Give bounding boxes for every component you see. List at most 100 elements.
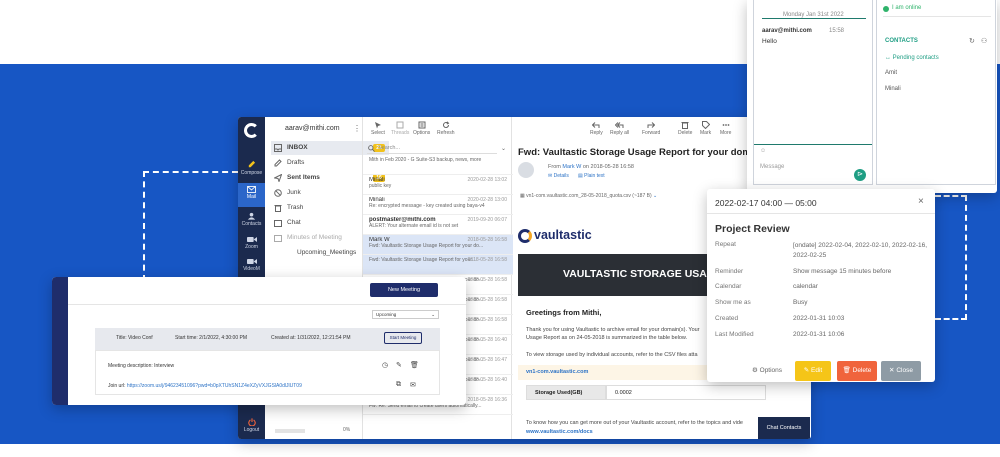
power-icon bbox=[247, 418, 256, 426]
refresh-icon[interactable]: ↻ bbox=[969, 37, 975, 45]
rail-zoom[interactable]: Zoom bbox=[238, 233, 265, 257]
message-row[interactable]: Mith in Feb 2020 - G Suite-S3 backup, ne… bbox=[363, 155, 513, 175]
event-reminder-row: Reminder Show message 15 minutes before bbox=[715, 268, 930, 275]
join-url-link[interactable]: https://zoom.us/j/94623451096?pwd=b0pXTU… bbox=[127, 383, 302, 389]
send-message-button[interactable]: ⊳ bbox=[854, 169, 866, 181]
folder-label: Trash bbox=[287, 204, 304, 211]
clock-icon[interactable]: ◷ bbox=[382, 361, 388, 369]
meeting-description: Meeting description: Interview bbox=[108, 363, 175, 369]
domain-link[interactable]: vn1-com.vaultastic.com bbox=[526, 369, 588, 375]
storage-percent: 0% bbox=[343, 427, 351, 433]
rail-contacts[interactable]: Contacts bbox=[238, 209, 265, 233]
chevron-down-icon: ⌄ bbox=[431, 312, 435, 317]
body-paragraph-1: Thank you for using Vaultastic to archiv… bbox=[526, 327, 700, 333]
date-divider bbox=[762, 18, 866, 19]
meeting-filter-select[interactable]: Upcoming ⌄ bbox=[372, 310, 439, 319]
chat-date: Monday Jan 31st 2022 bbox=[780, 12, 847, 18]
delete-icon[interactable]: 🗑 bbox=[410, 361, 419, 369]
message-row[interactable]: Mark W 2018-05-28 16:58 Fwd: Vaultastic St… bbox=[363, 235, 513, 255]
copy-icon[interactable]: ⧉ bbox=[396, 381, 401, 389]
start-meeting-button[interactable]: Start Meeting bbox=[384, 332, 422, 344]
message-row[interactable]: 2018-05-28 16:58Fwd: Vaultastic Storage … bbox=[363, 255, 513, 275]
folder-icon bbox=[274, 220, 282, 227]
list-expand-icon[interactable]: ⌄ bbox=[501, 145, 506, 152]
attachment-name: vn1-com.vaultastic.com_28-05-2018_quota.… bbox=[526, 193, 652, 199]
message-subject: Mith in Feb 2020 - G Suite-S3 backup, ne… bbox=[369, 157, 482, 163]
account-menu-icon[interactable]: ⋮ bbox=[353, 124, 361, 133]
popup-divider bbox=[707, 213, 935, 214]
delete-label: Delete bbox=[678, 130, 693, 136]
cursor-icon bbox=[374, 122, 381, 129]
online-status[interactable]: I am online bbox=[892, 5, 921, 11]
close-icon[interactable]: × bbox=[918, 196, 924, 207]
message-row[interactable]: Minali 2020-02-28 13:00 Re: encrypted mess… bbox=[363, 195, 513, 215]
folder-label: Chat bbox=[287, 219, 301, 226]
rail-compose[interactable]: Compose bbox=[238, 157, 265, 181]
options-button[interactable]: Options bbox=[413, 121, 430, 136]
repeat-value: [ondate] 2022-02-04, 2022-02-10, 2022-02… bbox=[793, 242, 928, 259]
contact-item[interactable]: Minali bbox=[885, 86, 901, 92]
event-title: Project Review bbox=[715, 223, 790, 235]
new-meeting-button[interactable]: New Meeting bbox=[370, 283, 438, 297]
attachment-menu-icon[interactable]: ⌄ bbox=[653, 193, 657, 199]
sender-name[interactable]: Mark W bbox=[562, 164, 581, 170]
reply-icon bbox=[592, 122, 600, 128]
chat-window: Monday Jan 31st 2022 aarav@mithi.com 15:… bbox=[747, 0, 997, 193]
rail-videom[interactable]: VideoM bbox=[238, 255, 265, 279]
body-paragraph-4: To know how you can get more out of your… bbox=[526, 420, 743, 426]
search-icon bbox=[368, 145, 375, 152]
pending-contacts[interactable]: ↔ Pending contacts bbox=[885, 55, 939, 61]
edit-icon[interactable]: ✎ bbox=[396, 361, 402, 369]
body-paragraph-2: Usage Report as on 24-05-2018 is summari… bbox=[526, 335, 688, 341]
storage-label-cell: Storage Used(GB) bbox=[526, 385, 606, 400]
chat-contacts-button[interactable]: Chat Contacts bbox=[758, 417, 810, 439]
delete-button[interactable]: Delete bbox=[678, 121, 692, 136]
showas-value: Busy bbox=[793, 299, 808, 306]
delete-label: Delete bbox=[852, 367, 872, 374]
threads-button[interactable]: Threads bbox=[391, 121, 409, 136]
more-button[interactable]: More bbox=[720, 121, 731, 136]
rail-contacts-label: Contacts bbox=[241, 221, 262, 227]
edit-button[interactable]: ✎ Edit bbox=[795, 361, 831, 381]
search-input[interactable]: Search... bbox=[378, 145, 400, 151]
sender-avatar bbox=[518, 162, 534, 178]
meeting-created-at: Created at: 1/31/2022, 12:21:54 PM bbox=[271, 335, 351, 341]
storage-value-cell: 0.0002 bbox=[606, 385, 766, 400]
contact-item[interactable]: Amit bbox=[885, 70, 897, 76]
select-button[interactable]: Select bbox=[371, 121, 385, 136]
calendar-value: calendar bbox=[793, 283, 818, 290]
details-toggle[interactable]: ✉ Details bbox=[548, 173, 569, 179]
message-row[interactable]: postmaster@mithi.com 2019-09-20 06:07 ALER… bbox=[363, 215, 513, 235]
email-icon[interactable]: ✉ bbox=[410, 381, 416, 389]
plaintext-toggle[interactable]: ▤ Plain text bbox=[578, 173, 605, 179]
rail-logout[interactable]: Logout bbox=[238, 415, 265, 439]
mark-button[interactable]: Mark bbox=[700, 121, 711, 136]
delete-button[interactable]: 🗑 Delete bbox=[837, 361, 877, 381]
options-button[interactable]: ⚙ Options bbox=[752, 366, 782, 374]
docs-link[interactable]: www.vaultastic.com/docs bbox=[526, 429, 593, 435]
select-label: Select bbox=[371, 130, 385, 136]
folder-label: Drafts bbox=[287, 159, 305, 166]
refresh-button[interactable]: Refresh bbox=[437, 121, 455, 136]
search-box[interactable]: Search... bbox=[367, 143, 497, 154]
rail-videom-label: VideoM bbox=[243, 266, 260, 272]
emoji-icon[interactable]: ☺ bbox=[760, 148, 766, 154]
rail-mail[interactable]: Mail bbox=[238, 183, 265, 207]
message-row[interactable]: Minali 2020-02-28 13:02 public key bbox=[363, 175, 513, 195]
close-button[interactable]: ✕ Close bbox=[881, 361, 921, 381]
message-date: 2019-09-20 06:07 bbox=[467, 217, 507, 223]
meetings-divider bbox=[68, 304, 466, 305]
attachment[interactable]: ▦ vn1-com.vaultastic.com_28-05-2018_quot… bbox=[520, 193, 657, 199]
folder-label: Minutes of Meeting bbox=[287, 234, 342, 241]
add-contact-icon[interactable]: ⚇ bbox=[981, 37, 987, 45]
message-subject: public key bbox=[369, 183, 392, 189]
edit-label: Edit bbox=[811, 367, 823, 374]
created-value: 2022-01-31 10:03 bbox=[793, 315, 845, 322]
reply-all-icon bbox=[615, 122, 624, 128]
sent-date: on 2018-05-28 16:58 bbox=[582, 164, 634, 170]
reply-all-button[interactable]: Reply all bbox=[610, 121, 629, 136]
reply-button[interactable]: Reply bbox=[590, 121, 603, 136]
pencil-icon bbox=[274, 159, 282, 167]
message-input[interactable]: Message bbox=[760, 164, 784, 170]
forward-button[interactable]: Forward bbox=[642, 121, 660, 136]
